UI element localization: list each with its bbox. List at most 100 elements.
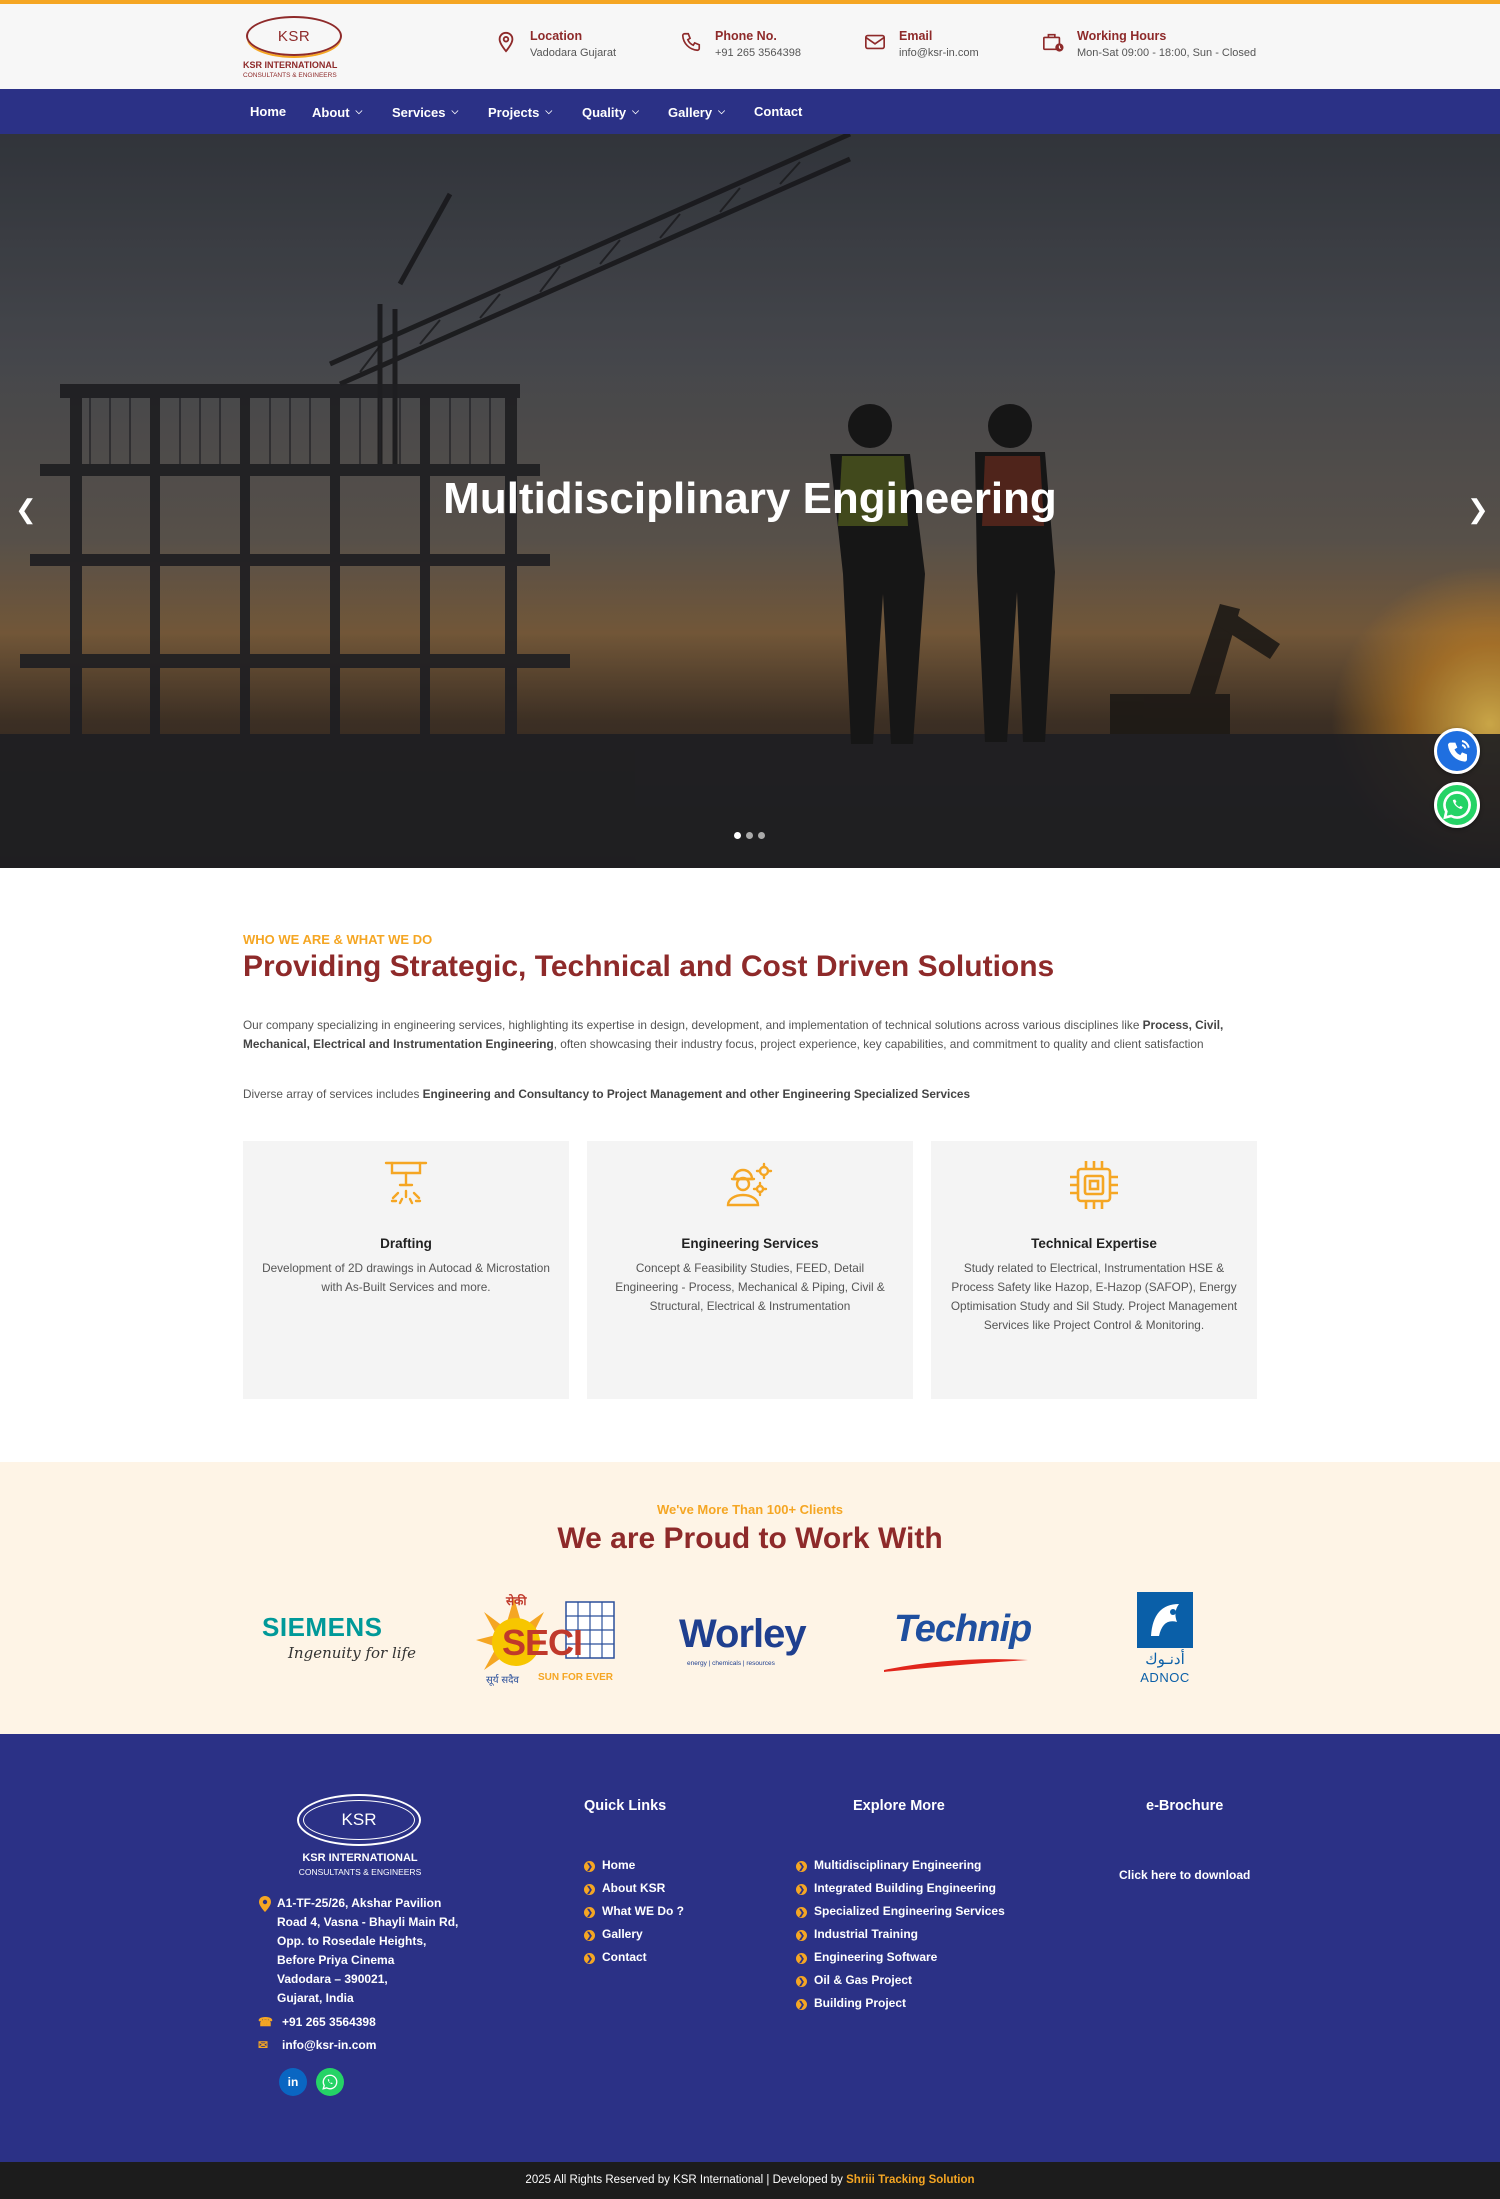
mail-icon: [865, 34, 885, 50]
link-label: Industrial Training: [814, 1927, 919, 1941]
whatsapp-icon: [322, 2074, 338, 2090]
link-label: Oil & Gas Project: [814, 1973, 913, 1987]
chevron-right-icon: ❯: [796, 1907, 807, 1918]
nav-label: Quality: [582, 105, 627, 120]
site-header: KSR KSR INTERNATIONAL CONSULTANTS & ENGI…: [0, 4, 1500, 89]
clients-subtitle: We've More Than 100+ Clients: [657, 1502, 843, 1517]
info-title: Working Hours: [1077, 29, 1167, 43]
footer-address: A1-TF-25/26, Akshar Pavilion Road 4, Vas…: [277, 1894, 487, 2008]
seci-hindi-bottom: सूर्य सदैव: [486, 1675, 519, 1686]
nav-services[interactable]: Services ⌵: [392, 89, 458, 134]
adnoc-emblem: [1137, 1592, 1193, 1648]
link-label: Home: [602, 1858, 636, 1872]
footer-link-home[interactable]: ❯ Home: [584, 1858, 635, 1872]
drafting-lamp-icon: [384, 1161, 428, 1205]
footer-email[interactable]: ✉ info@ksr-in.com: [258, 2038, 376, 2052]
footer-link-contact[interactable]: ❯ Contact: [584, 1950, 647, 1964]
nav-projects[interactable]: Projects ⌵: [488, 89, 552, 134]
service-card-engineering-services[interactable]: Engineering Services Concept & Feasibili…: [587, 1141, 913, 1399]
footer-logo-mark-text: KSR: [341, 1810, 377, 1829]
worley-tagline: energy | chemicals | resources: [687, 1660, 775, 1667]
footer-link-what-we-do[interactable]: ❯ What WE Do ?: [584, 1904, 684, 1918]
nav-home[interactable]: Home: [250, 89, 286, 134]
linkedin-icon: in: [287, 2075, 299, 2089]
main-nav: Home About ⌵ Services ⌵ Projects ⌵ Quality ⌵…: [0, 89, 1500, 134]
footer-link-oil-gas[interactable]: ❯ Oil & Gas Project: [796, 1973, 912, 1987]
address-line: Gujarat, India: [277, 1991, 354, 2005]
footer-logo-tagline: CONSULTANTS & ENGINEERS: [298, 1867, 422, 1877]
nav-label: Contact: [754, 104, 803, 119]
whatsapp-button[interactable]: [316, 2068, 344, 2096]
adnoc-arabic: أدنـوك: [1145, 1651, 1185, 1668]
technip-wordmark: Technip: [894, 1608, 1032, 1650]
logo-company-name: KSR INTERNATIONAL: [243, 60, 338, 70]
address-line: Before Priya Cinema: [277, 1953, 395, 1967]
phone-icon: ☎: [258, 2015, 273, 2029]
footer-link-multidisciplinary[interactable]: ❯ Multidisciplinary Engineering: [796, 1858, 981, 1872]
nav-quality[interactable]: Quality ⌵: [582, 89, 639, 134]
nav-label: About: [312, 105, 350, 120]
info-title: Location: [530, 29, 583, 43]
footer-link-building-project[interactable]: ❯ Building Project: [796, 1996, 906, 2010]
hero-title: Multidisciplinary Engineering: [443, 474, 1057, 523]
seci-hindi-top: सेकी: [506, 1594, 527, 1608]
text-run: , often showcasing their industry focus,…: [553, 1037, 1204, 1051]
site-logo[interactable]: KSR KSR INTERNATIONAL CONSULTANTS & ENGI…: [243, 14, 353, 86]
nav-contact[interactable]: Contact: [754, 89, 802, 134]
brochure-download-link[interactable]: Click here to download: [1119, 1868, 1250, 1882]
link-label: Multidisciplinary Engineering: [814, 1858, 982, 1872]
info-title: Email: [899, 29, 933, 43]
chevron-down-icon: ⌵: [451, 106, 459, 116]
slider-dot[interactable]: [734, 832, 741, 839]
phone-icon: [681, 32, 701, 52]
chevron-right-icon: ❯: [796, 1953, 807, 1964]
footer-phone[interactable]: ☎ +91 265 3564398: [258, 2015, 376, 2029]
siemens-tagline: Ingenuity for life: [288, 1644, 416, 1662]
card-title: Drafting: [380, 1236, 432, 1251]
chevron-right-icon: ❯: [796, 1930, 807, 1941]
developer-link[interactable]: Shriii Tracking Solution: [846, 2174, 974, 2186]
slider-next-button[interactable]: ❯: [1467, 494, 1489, 525]
info-value: info@ksr-in.com: [899, 47, 979, 59]
client-logo-technip: Technip: [882, 1592, 1042, 1692]
text-run: Our company specializing in engineering …: [243, 1018, 1143, 1032]
chevron-down-icon: ⌵: [632, 106, 639, 116]
chevron-right-icon: ❯: [584, 1953, 595, 1964]
location-pin-icon: [259, 1896, 271, 1912]
slider-dot[interactable]: [758, 832, 765, 839]
footer-email-text: info@ksr-in.com: [282, 2038, 377, 2052]
link-label: Gallery: [602, 1927, 643, 1941]
footer-link-about[interactable]: ❯ About KSR: [584, 1881, 665, 1895]
mail-icon: ✉: [258, 2038, 269, 2052]
slider-dot[interactable]: [746, 832, 753, 839]
adnoc-wordmark: ADNOC: [1140, 1670, 1190, 1685]
card-title: Engineering Services: [681, 1236, 819, 1251]
whatsapp-float-button[interactable]: [1434, 782, 1480, 828]
nav-gallery[interactable]: Gallery ⌵: [668, 89, 725, 134]
footer-link-gallery[interactable]: ❯ Gallery: [584, 1927, 643, 1941]
nav-about[interactable]: About ⌵: [312, 89, 362, 134]
card-description: Concept & Feasibility Studies, FEED, Det…: [615, 1261, 885, 1313]
briefcase-clock-icon: [1043, 33, 1064, 52]
linkedin-button[interactable]: in: [279, 2068, 307, 2096]
link-label: Specialized Engineering Services: [814, 1904, 1005, 1918]
address-line: A1-TF-25/26, Akshar Pavilion: [277, 1896, 442, 1910]
explore-more-title: Explore More: [853, 1798, 945, 1814]
slider-prev-button[interactable]: ❮: [15, 494, 37, 525]
call-float-button[interactable]: [1434, 728, 1480, 774]
quick-links-title: Quick Links: [584, 1798, 667, 1814]
service-card-technical-expertise[interactable]: Technical Expertise Study related to Ele…: [931, 1141, 1257, 1399]
section-eyebrow: WHO WE ARE & WHAT WE DO: [243, 932, 433, 947]
footer-link-specialized[interactable]: ❯ Specialized Engineering Services: [796, 1904, 1005, 1918]
address-line: Road 4, Vasna - Bhayli Main Rd,: [277, 1915, 459, 1929]
footer-link-software[interactable]: ❯ Engineering Software: [796, 1950, 937, 1964]
footer-logo[interactable]: KSR KSR INTERNATIONAL CONSULTANTS & ENGI…: [295, 1794, 425, 1884]
service-card-drafting[interactable]: Drafting Development of 2D drawings in A…: [243, 1141, 569, 1399]
footer-logo-mark: KSR: [297, 1794, 421, 1846]
nav-label: Home: [250, 104, 287, 119]
footer-link-training[interactable]: ❯ Industrial Training: [796, 1927, 918, 1941]
client-logo-adnoc: أدنـوك ADNOC: [1125, 1592, 1205, 1692]
footer-link-integrated-building[interactable]: ❯ Integrated Building Engineering: [796, 1881, 996, 1895]
location-pin-icon: [498, 31, 514, 53]
link-label: Engineering Software: [814, 1950, 938, 1964]
